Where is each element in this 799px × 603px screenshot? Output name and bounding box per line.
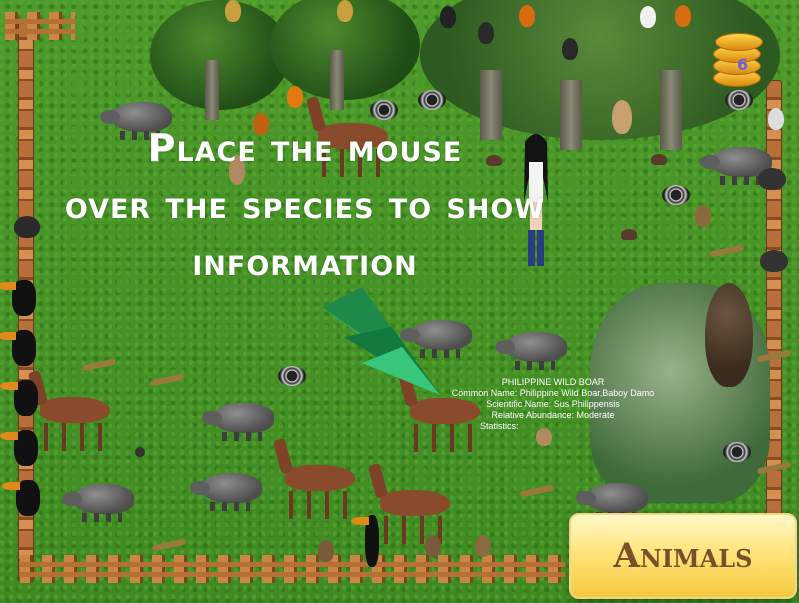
oriole-bird[interactable] [562, 38, 578, 60]
instruction-line-1: Place the mouse [147, 126, 463, 170]
tree [150, 0, 290, 110]
hornbill[interactable] [0, 380, 38, 416]
kingfisher-bird[interactable] [640, 6, 656, 28]
philippine-eagle[interactable] [705, 283, 753, 387]
oriole-bird[interactable] [440, 6, 456, 28]
oriole-bird[interactable] [478, 22, 494, 44]
tree-trunk [660, 70, 682, 150]
lizard[interactable] [81, 358, 117, 372]
crow-bird[interactable] [758, 168, 786, 190]
lizard[interactable] [709, 244, 745, 258]
species-scientific-name: Scientific Name: Sus Philippensis [486, 399, 620, 409]
instruction-text: Place the mouse over the species to show… [20, 120, 590, 291]
coin-count: 6 [737, 55, 749, 74]
wild-boar[interactable] [62, 484, 134, 522]
lizard[interactable] [519, 484, 555, 498]
instruction-line-3: information [192, 240, 418, 284]
hornbill[interactable] [0, 330, 36, 366]
kingfisher-bird[interactable] [768, 108, 784, 130]
animals-button-label: Animals [613, 536, 753, 576]
coiled-snake[interactable] [662, 185, 690, 205]
oriole-bird[interactable] [675, 5, 691, 27]
species-statistics: Statistics: [480, 421, 519, 431]
instruction-line-2: over the species to show [64, 183, 546, 227]
game-stage: Place the mouse over the species to show… [0, 0, 799, 603]
deer[interactable] [285, 465, 355, 519]
tree-trunk [330, 50, 344, 110]
oriole-bird[interactable] [519, 5, 535, 27]
species-info-tooltip: PHILIPPINE WILD BOAR Common Name: Philip… [438, 377, 668, 432]
hornbill[interactable] [2, 480, 40, 516]
species-common-name: Common Name: Philippine Wild Boar,Baboy … [451, 388, 655, 398]
lizard[interactable] [149, 373, 185, 387]
hornbill[interactable] [0, 430, 38, 466]
wild-boar[interactable] [495, 332, 567, 370]
monkey[interactable] [612, 100, 632, 134]
animals-button[interactable]: Animals [569, 513, 797, 599]
sparrow-bird[interactable] [318, 540, 334, 562]
coin [715, 33, 763, 51]
coin-stack-icon: 6 [707, 33, 765, 89]
fence-top-left [5, 12, 75, 40]
crow-bird[interactable] [760, 250, 788, 272]
coiled-snake[interactable] [725, 90, 753, 110]
sparrow-bird[interactable] [425, 535, 441, 557]
species-title: PHILIPPINE WILD BOAR [501, 377, 605, 387]
tortoise[interactable] [621, 229, 637, 240]
coiled-snake[interactable] [418, 90, 446, 110]
coiled-snake[interactable] [370, 100, 398, 120]
deer[interactable] [380, 490, 450, 544]
wild-boar[interactable] [202, 403, 274, 441]
wild-boar[interactable] [190, 473, 262, 511]
deer[interactable] [40, 397, 110, 451]
tree-trunk [205, 60, 219, 120]
species-relative-abundance: Relative Abundance: Moderate [491, 410, 615, 420]
tortoise[interactable] [651, 154, 667, 165]
coiled-snake[interactable] [278, 366, 306, 386]
small-bird[interactable] [135, 447, 145, 457]
oriole-bird[interactable] [287, 86, 303, 108]
lizard[interactable] [151, 538, 187, 552]
bird[interactable] [337, 0, 353, 22]
hawk-bird[interactable] [695, 205, 711, 227]
sparrow-bird[interactable] [475, 535, 491, 557]
coiled-snake[interactable] [723, 442, 751, 462]
hornbill[interactable] [351, 515, 379, 567]
fence-right [766, 80, 782, 522]
paper-arrow-cursor-icon [322, 287, 440, 395]
bird[interactable] [225, 0, 241, 22]
wild-boar[interactable] [576, 483, 648, 521]
fence-bottom [20, 555, 565, 583]
